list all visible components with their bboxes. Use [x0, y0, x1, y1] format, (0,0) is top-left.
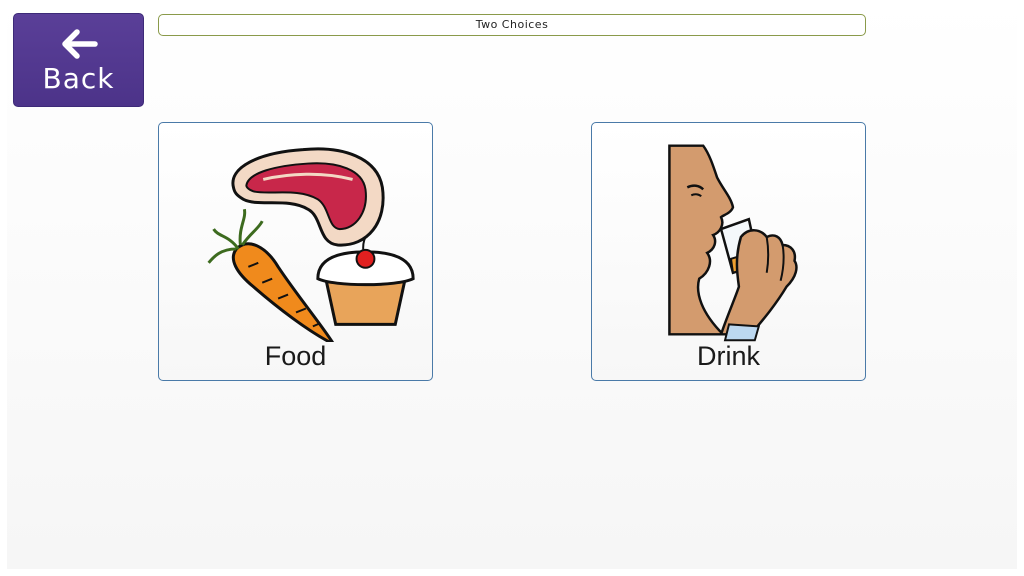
- drinking-person-icon: [668, 144, 798, 342]
- choice-label-food: Food: [264, 341, 327, 371]
- arrow-left-icon: [61, 29, 98, 59]
- board-title: Two Choices: [158, 14, 866, 36]
- choice-label-drink: Drink: [696, 341, 760, 371]
- choice-card-food[interactable]: Food: [158, 122, 433, 381]
- back-button[interactable]: Back: [13, 13, 144, 107]
- back-label: Back: [42, 62, 115, 95]
- food-icon: [207, 147, 415, 342]
- choice-card-drink[interactable]: Drink: [591, 122, 866, 381]
